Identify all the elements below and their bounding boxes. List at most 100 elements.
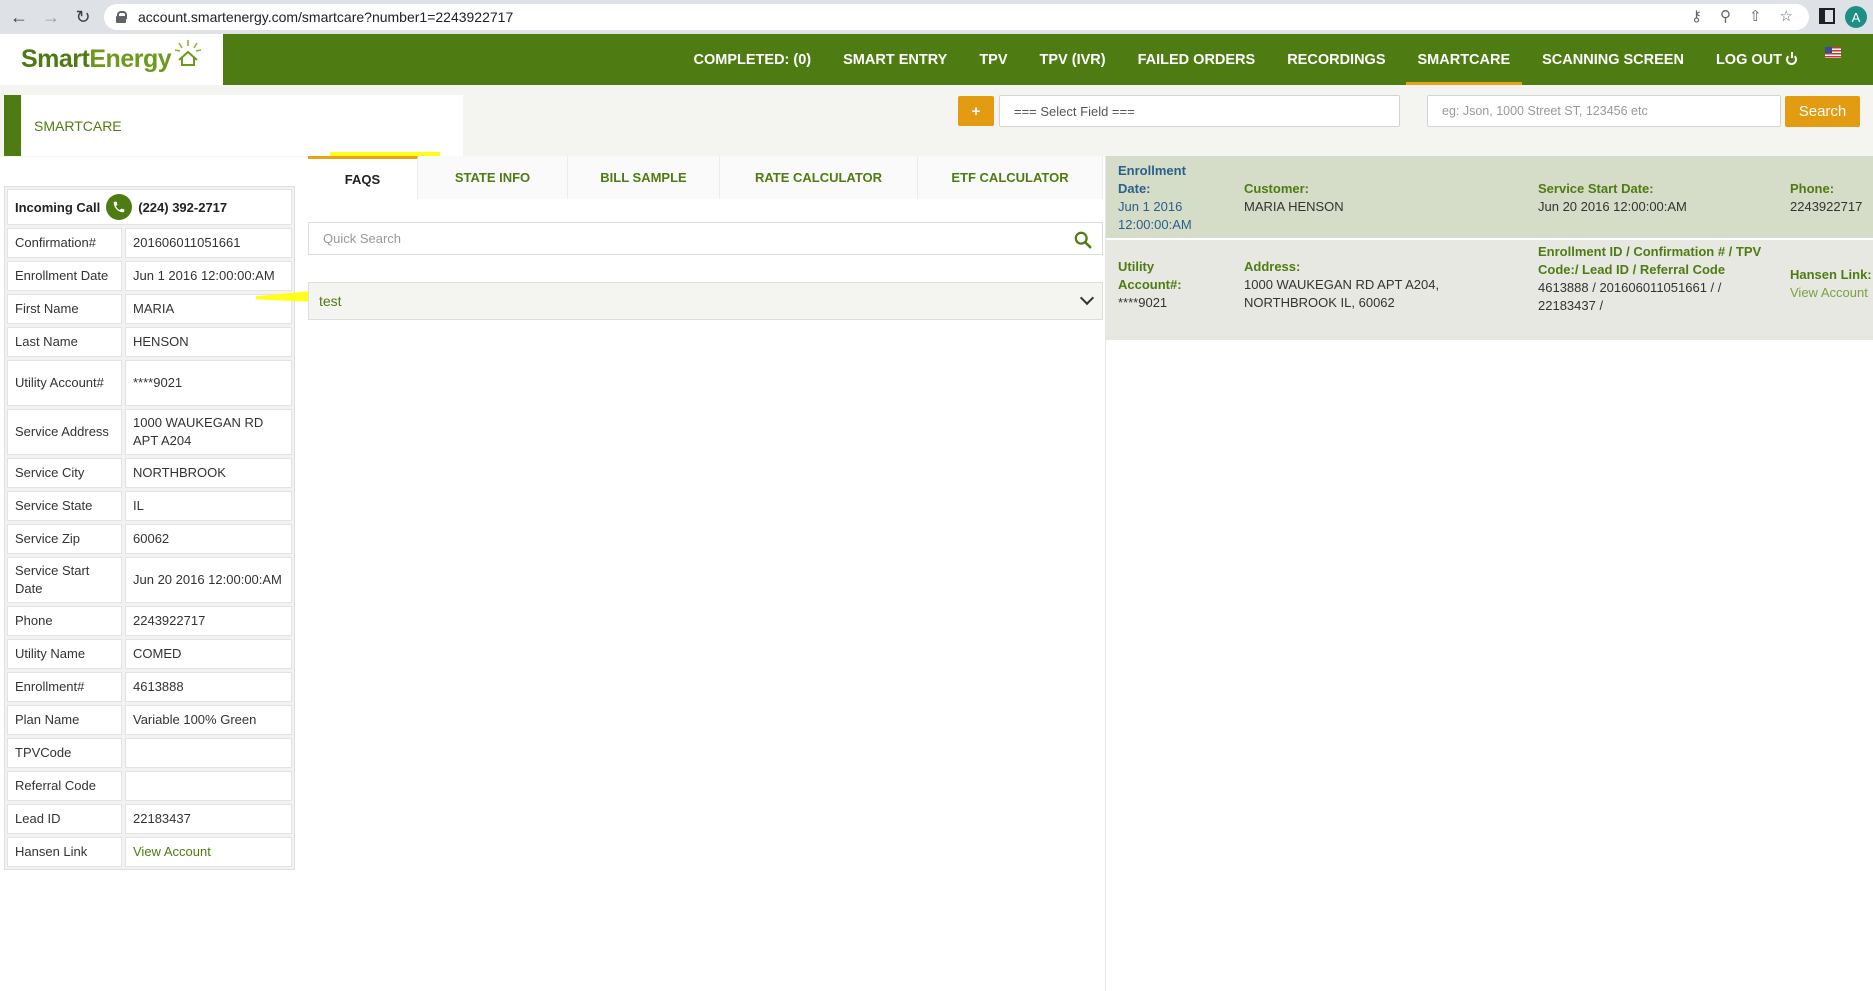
url-text: account.smartenergy.com/smartcare?number… <box>138 9 514 25</box>
nav-failed-orders[interactable]: FAILED ORDERS <box>1138 34 1256 85</box>
customer-row: Service Address 1000 WAUKEGAN RD APT A204 <box>7 409 292 455</box>
customer-row-label: Service Zip <box>7 524 122 554</box>
customer-row: Hansen Link View Account <box>7 837 292 867</box>
customer-row-label: Referral Code <box>7 771 122 801</box>
browser-toolbar: ← → ↻ account.smartenergy.com/smartcare?… <box>0 0 1873 34</box>
hansen-view-account-link[interactable]: View Account <box>1790 284 1873 302</box>
summary-row-1: Enrollment Date: Jun 1 2016 12:00:00:AM … <box>1106 156 1873 238</box>
customer-row-label: TPVCode <box>7 738 122 768</box>
tab-state-info[interactable]: STATE INFO <box>418 156 568 199</box>
service-start-label: Service Start Date: <box>1538 181 1654 196</box>
reload-icon[interactable]: ↻ <box>70 4 96 30</box>
customer-row: Service State IL <box>7 491 292 521</box>
incoming-call-row: Incoming Call (224) 392-2717 <box>7 189 292 225</box>
customer-row-value: Jun 1 2016 12:00:00:AM <box>125 261 292 291</box>
side-panel-icon[interactable] <box>1819 8 1835 24</box>
tab-bill-sample[interactable]: BILL SAMPLE <box>568 156 720 199</box>
tab-faqs[interactable]: FAQS <box>308 156 418 199</box>
customer-row: Service Zip 60062 <box>7 524 292 554</box>
key-icon[interactable]: ⚷ <box>1691 7 1702 25</box>
customer-row: First Name MARIA <box>7 294 292 324</box>
search-icon[interactable] <box>1074 231 1092 249</box>
search-button[interactable]: Search <box>1785 96 1860 127</box>
view-account-link[interactable]: View Account <box>125 837 292 867</box>
customer-row-value: 4613888 <box>125 672 292 702</box>
incoming-call-number: (224) 392-2717 <box>138 199 228 215</box>
logo-text-energy: Energy <box>89 45 172 73</box>
customer-row-label: Service City <box>7 458 122 488</box>
faq-accordion-item[interactable]: test <box>308 282 1103 320</box>
customer-row: Plan Name Variable 100% Green <box>7 705 292 735</box>
customer-row-label: Service State <box>7 491 122 521</box>
customer-details-table: Incoming Call (224) 392-2717 Confirmatio… <box>4 186 295 870</box>
nav-tpv[interactable]: TPV <box>979 34 1007 85</box>
field-select[interactable]: === Select Field === <box>999 95 1400 127</box>
customer-row-value: HENSON <box>125 327 292 357</box>
summary-utility-account: Utility Account#: ****9021 <box>1118 258 1218 312</box>
nav-completed[interactable]: COMPLETED: (0) <box>694 34 812 85</box>
enrollment-summary: Enrollment Date: Jun 1 2016 12:00:00:AM … <box>1105 156 1873 991</box>
nav-recordings[interactable]: RECORDINGS <box>1287 34 1385 85</box>
customer-row: Enrollment Date Jun 1 2016 12:00:00:AM <box>7 261 292 291</box>
customer-row-label: First Name <box>7 294 122 324</box>
customer-row: Utility Account# ****9021 <box>7 360 292 406</box>
tab-rate-calculator[interactable]: RATE CALCULATOR <box>720 156 918 199</box>
customer-row: Enrollment# 4613888 <box>7 672 292 702</box>
customer-row-label: Lead ID <box>7 804 122 834</box>
tab-etf-calculator[interactable]: ETF CALCULATOR <box>918 156 1103 199</box>
share-icon[interactable]: ⇧ <box>1749 7 1762 25</box>
add-button[interactable]: + <box>958 96 994 126</box>
back-arrow-icon[interactable]: ← <box>6 4 32 30</box>
customer-row-label: Confirmation# <box>7 228 122 258</box>
nav-smartcare[interactable]: SMARTCARE <box>1405 34 1522 85</box>
utility-account-value: ****9021 <box>1118 295 1168 310</box>
customer-row-value: 201606011051661 <box>125 228 292 258</box>
info-tabs: FAQS STATE INFO BILL SAMPLE RATE CALCULA… <box>308 156 1103 199</box>
ids-label: Enrollment ID / Confirmation # / TPV Cod… <box>1538 244 1762 277</box>
phone-icon[interactable] <box>106 194 133 220</box>
hansen-link-label: Hansen Link: <box>1790 267 1872 282</box>
search-input[interactable]: eg: Json, 1000 Street ST, 123456 etc <box>1427 95 1781 127</box>
customer-row-value: 2243922717 <box>125 606 292 636</box>
power-icon <box>1786 52 1797 65</box>
faq-item-title: test <box>319 293 342 309</box>
enrollment-date-label: Enrollment Date: <box>1118 163 1186 196</box>
ids-value: 4613888 / 201606011051661 / / 22183437 / <box>1538 280 1722 313</box>
profile-avatar[interactable]: A <box>1845 6 1867 28</box>
summary-address: Address: 1000 WAUKEGAN RD APT A204, NORT… <box>1244 258 1474 312</box>
customer-row-label: Enrollment Date <box>7 261 122 291</box>
customer-row-label: Service Address <box>7 409 122 455</box>
customer-row: Utility Name COMED <box>7 639 292 669</box>
customer-label: Customer: <box>1244 181 1310 196</box>
sun-house-icon <box>174 39 202 66</box>
phone-value: 2243922717 <box>1790 199 1863 214</box>
lock-icon <box>116 11 127 23</box>
page-title: SMARTCARE <box>4 95 463 156</box>
phone-label: Phone: <box>1790 181 1835 196</box>
nav-scanning-screen[interactable]: SCANNING SCREEN <box>1542 34 1684 85</box>
summary-customer: Customer: MARIA HENSON <box>1244 180 1494 216</box>
customer-row-value: Jun 20 2016 12:00:00:AM <box>125 557 292 603</box>
utility-account-label: Utility Account#: <box>1118 259 1182 292</box>
logo-text-smart: Smart <box>21 45 90 73</box>
nav-smart-entry[interactable]: SMART ENTRY <box>843 34 947 85</box>
customer-row-label: Phone <box>7 606 122 636</box>
customer-row-label: Utility Account# <box>7 360 122 406</box>
nav-tpv-ivr[interactable]: TPV (IVR) <box>1040 34 1106 85</box>
summary-row-2: Utility Account#: ****9021 Address: 1000… <box>1106 240 1873 340</box>
logo[interactable]: SmartEnergy <box>0 34 223 85</box>
nav-log-out[interactable]: LOG OUT <box>1716 34 1797 85</box>
quick-search-input[interactable]: Quick Search <box>308 222 1103 255</box>
customer-row-value: 22183437 <box>125 804 292 834</box>
customer-row: Phone 2243922717 <box>7 606 292 636</box>
us-flag-icon[interactable] <box>1825 47 1841 58</box>
zoom-icon[interactable]: ⚲ <box>1720 7 1731 25</box>
customer-row-value: COMED <box>125 639 292 669</box>
bookmark-star-icon[interactable]: ☆ <box>1780 7 1793 25</box>
customer-row-value: 60062 <box>125 524 292 554</box>
address-bar[interactable]: account.smartenergy.com/smartcare?number… <box>104 4 1809 30</box>
forward-arrow-icon[interactable]: → <box>38 4 64 30</box>
customer-row-value: NORTHBROOK <box>125 458 292 488</box>
customer-row-label: Hansen Link <box>7 837 122 867</box>
site-header: SmartEnergy COMPLETED: (0) SMART ENTRY T… <box>0 34 1873 85</box>
